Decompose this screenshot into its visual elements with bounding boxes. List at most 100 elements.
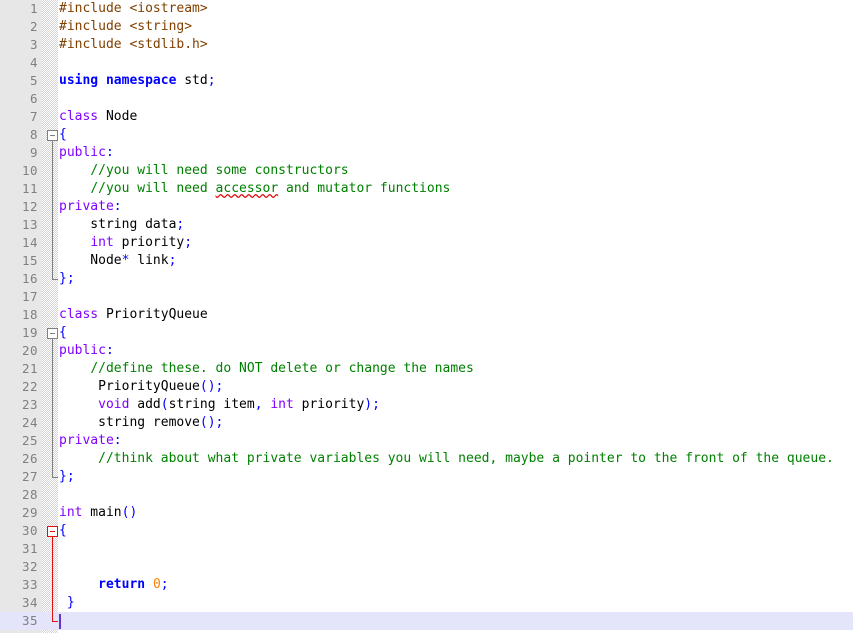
- code-token: {: [59, 325, 67, 340]
- code-line[interactable]: 26 //think about what private variables …: [0, 450, 853, 468]
- code-token: std: [176, 73, 208, 88]
- code-text[interactable]: {: [59, 126, 67, 144]
- code-text[interactable]: //you will need some constructors: [59, 162, 348, 180]
- code-line[interactable]: 11 //you will need accessor and mutator …: [0, 180, 853, 198]
- code-line[interactable]: 27};: [0, 468, 853, 486]
- code-line[interactable]: 18 class PriorityQueue: [0, 306, 853, 324]
- code-text[interactable]: using namespace std;: [59, 72, 216, 90]
- code-token: {: [59, 523, 67, 538]
- code-text[interactable]: PriorityQueue();: [59, 378, 223, 396]
- code-text[interactable]: int main(): [59, 504, 137, 522]
- fold-marker-priorityqueue-class[interactable]: [47, 328, 58, 339]
- code-text[interactable]: private:: [59, 198, 122, 216]
- code-token: //think about what private variables you…: [98, 451, 834, 466]
- code-line[interactable]: 21 //define these. do NOT delete or chan…: [0, 360, 853, 378]
- code-text[interactable]: string data;: [59, 216, 184, 234]
- code-line[interactable]: 25 private:: [0, 432, 853, 450]
- line-number: 8: [29, 127, 38, 142]
- code-line[interactable]: 10 //you will need some constructors: [0, 162, 853, 180]
- code-text[interactable]: class Node: [59, 108, 137, 126]
- code-text[interactable]: class PriorityQueue: [59, 306, 208, 324]
- code-text[interactable]: Node* link;: [59, 252, 176, 270]
- code-text[interactable]: //you will need accessor and mutator fun…: [59, 180, 450, 198]
- code-line[interactable]: 4: [0, 54, 853, 72]
- code-line[interactable]: 34 }: [0, 594, 853, 612]
- code-line[interactable]: 20 public:: [0, 342, 853, 360]
- code-line[interactable]: 35: [0, 612, 853, 630]
- code-text[interactable]: void add(string item, int priority);: [59, 396, 380, 414]
- code-text[interactable]: public:: [59, 342, 114, 360]
- code-line[interactable]: 13 string data;: [0, 216, 853, 234]
- code-line[interactable]: 7 class Node: [0, 108, 853, 126]
- code-text[interactable]: public:: [59, 144, 114, 162]
- code-token: );: [364, 397, 380, 412]
- code-text[interactable]: #include <stdlib.h>: [59, 36, 208, 54]
- line-number: 21: [21, 361, 38, 376]
- code-line[interactable]: 15 Node* link;: [0, 252, 853, 270]
- code-token: priority: [113, 235, 185, 250]
- code-text[interactable]: }: [59, 594, 75, 612]
- code-text[interactable]: //define these. do NOT delete or change …: [59, 360, 474, 378]
- source-code-editor[interactable]: 1 #include <iostream> 2 #include <string> 3 #…: [0, 0, 853, 633]
- code-line[interactable]: 5 using namespace std;: [0, 72, 853, 90]
- code-line[interactable]: 30 {: [0, 522, 853, 540]
- code-token: accessor: [215, 181, 279, 196]
- code-line[interactable]: 16};: [0, 270, 853, 288]
- code-line[interactable]: 9 public:: [0, 144, 853, 162]
- code-token: ,: [254, 397, 263, 412]
- code-line[interactable]: 24 string remove();: [0, 414, 853, 432]
- code-text[interactable]: };: [59, 270, 75, 288]
- code-token: }: [66, 595, 75, 610]
- code-text[interactable]: {: [59, 324, 67, 342]
- code-line[interactable]: 33 return 0;: [0, 576, 853, 594]
- code-text[interactable]: //think about what private variables you…: [59, 450, 834, 468]
- code-token: int: [90, 235, 114, 250]
- code-token: 0: [152, 577, 161, 592]
- line-number: 13: [21, 217, 38, 232]
- line-number: 19: [21, 325, 38, 340]
- line-number: 35: [21, 613, 38, 628]
- code-line[interactable]: 17: [0, 288, 853, 306]
- line-number: 10: [21, 163, 38, 178]
- line-number: 6: [29, 91, 38, 106]
- code-token: (): [121, 505, 138, 520]
- code-line[interactable]: 1 #include <iostream>: [0, 0, 853, 18]
- code-line[interactable]: 19 {: [0, 324, 853, 342]
- code-token: ;: [168, 253, 177, 268]
- code-text[interactable]: string remove();: [59, 414, 223, 432]
- code-token: {: [59, 127, 67, 142]
- code-lines[interactable]: 1 #include <iostream> 2 #include <string> 3 #…: [0, 0, 853, 633]
- code-text[interactable]: private:: [59, 432, 122, 450]
- code-line[interactable]: 31: [0, 540, 853, 558]
- code-text[interactable]: int priority;: [59, 234, 192, 252]
- code-line[interactable]: 32: [0, 558, 853, 576]
- code-text[interactable]: #include <iostream>: [59, 0, 208, 18]
- code-text[interactable]: #include <string>: [59, 18, 192, 36]
- code-line[interactable]: 12 private:: [0, 198, 853, 216]
- code-line[interactable]: 3 #include <stdlib.h>: [0, 36, 853, 54]
- code-token: Node: [59, 253, 122, 268]
- code-token: int: [59, 505, 83, 520]
- fold-marker-node-class[interactable]: [47, 130, 58, 141]
- code-token: //define these. do NOT delete or change …: [90, 361, 474, 376]
- code-line[interactable]: 2 #include <string>: [0, 18, 853, 36]
- code-line[interactable]: 28: [0, 486, 853, 504]
- code-text[interactable]: };: [59, 468, 75, 486]
- line-number: 30: [21, 523, 38, 538]
- code-line[interactable]: 14 int priority;: [0, 234, 853, 252]
- line-number: 1: [29, 1, 38, 16]
- code-line[interactable]: 22 PriorityQueue();: [0, 378, 853, 396]
- code-text[interactable]: return 0;: [59, 576, 168, 594]
- line-number: 31: [21, 541, 38, 556]
- code-line[interactable]: 29 int main(): [0, 504, 853, 522]
- code-line[interactable]: 6: [0, 90, 853, 108]
- code-text[interactable]: {: [59, 522, 67, 540]
- code-line[interactable]: 23 void add(string item, int priority);: [0, 396, 853, 414]
- code-line[interactable]: 8{: [0, 126, 853, 144]
- fold-marker-main-function[interactable]: [47, 526, 58, 537]
